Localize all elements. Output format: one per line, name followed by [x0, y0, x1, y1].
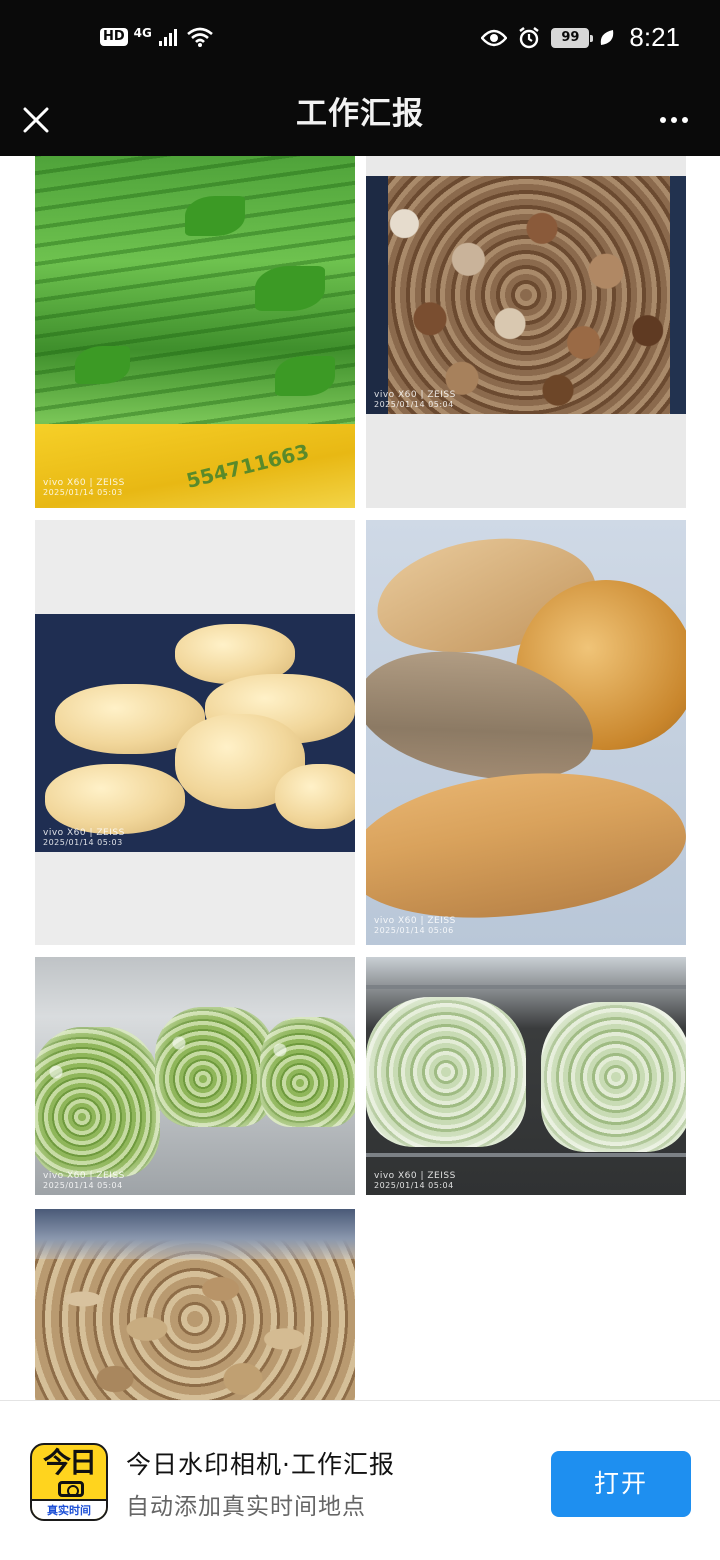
more-dot-icon	[682, 117, 688, 123]
bean-bag	[541, 1002, 686, 1152]
watermark-time: 2025/01/14 05:04	[374, 400, 454, 409]
page-title: 工作汇报	[296, 96, 424, 132]
leaf-shape	[75, 346, 130, 384]
status-left: HD 4G	[100, 26, 214, 48]
photo-watermark: vivo X60 | ZEISS 2025/01/14 05:04	[374, 390, 456, 410]
app-icon[interactable]: 今日 真实时间	[30, 1443, 108, 1521]
photo-pumpkins[interactable]: vivo X60 | ZEISS 2025/01/14 05:06	[366, 520, 686, 945]
hd-badge: HD	[100, 28, 128, 46]
watermark-time: 2025/01/14 05:04	[43, 1181, 123, 1190]
watermark-time: 2025/01/14 05:03	[43, 488, 123, 497]
shelf-bar	[366, 1153, 686, 1157]
close-button[interactable]	[14, 92, 58, 148]
camera-icon	[58, 1481, 84, 1497]
photo-ginger[interactable]	[35, 1209, 355, 1400]
more-options-button[interactable]	[652, 100, 696, 140]
status-bar: HD 4G 99 8:21	[0, 0, 720, 84]
watermark-camera: vivo X60 | ZEISS	[374, 1171, 456, 1181]
bean-bag	[155, 1007, 275, 1127]
watermark-camera: vivo X60 | ZEISS	[43, 828, 125, 838]
leaf-shape	[255, 266, 325, 311]
lotus-pile: vivo X60 | ZEISS 2025/01/14 05:03	[35, 614, 355, 852]
watermark-time: 2025/01/14 05:03	[43, 838, 123, 847]
watermark-camera: vivo X60 | ZEISS	[43, 1171, 125, 1181]
bag-edge	[366, 176, 388, 414]
photo-watermark: vivo X60 | ZEISS 2025/01/14 05:03	[43, 478, 125, 498]
eye-icon	[481, 29, 508, 46]
alarm-icon	[519, 26, 540, 48]
app-description: 自动添加真实时间地点	[126, 1494, 366, 1520]
battery-indicator: 99	[551, 27, 594, 48]
photo-watermark: vivo X60 | ZEISS 2025/01/14 05:04	[374, 1171, 456, 1191]
photo-beans-right[interactable]: vivo X60 | ZEISS 2025/01/14 05:04	[366, 957, 686, 1195]
mushroom-pile	[366, 176, 686, 414]
bag-edge	[670, 176, 686, 414]
photo-watermark: vivo X60 | ZEISS 2025/01/14 05:03	[43, 828, 125, 848]
bag-top	[35, 1209, 355, 1259]
app-promo-banner[interactable]: 今日 真实时间 今日水印相机·工作汇报 自动添加真实时间地点 打开	[0, 1400, 720, 1560]
shelf-bar	[366, 985, 686, 989]
watermark-time: 2025/01/14 05:04	[374, 1181, 454, 1190]
leaf-shape	[275, 356, 335, 396]
signal-icon	[158, 29, 177, 46]
open-app-button[interactable]: 打开	[551, 1451, 691, 1517]
photo-mushrooms[interactable]: vivo X60 | ZEISS 2025/01/14 05:04	[366, 156, 686, 508]
clock: 8:21	[629, 22, 680, 52]
photo-lotus-root[interactable]: vivo X60 | ZEISS 2025/01/14 05:03	[35, 520, 355, 945]
watermark-time: 2025/01/14 05:06	[374, 926, 454, 935]
bag-print: 554711663	[183, 439, 312, 493]
bean-bag	[366, 997, 526, 1147]
network-type: 4G	[133, 26, 152, 40]
leaf-shape	[185, 196, 245, 236]
photo-watermark: vivo X60 | ZEISS 2025/01/14 05:04	[43, 1171, 125, 1191]
photo-beans-left[interactable]: vivo X60 | ZEISS 2025/01/14 05:04	[35, 957, 355, 1195]
lotus-segment	[275, 764, 355, 829]
photo-grid[interactable]: 554711663 vivo X60 | ZEISS 2025/01/14 05…	[0, 156, 720, 1400]
pumpkin-shape	[366, 757, 686, 933]
lotus-segment	[45, 764, 185, 834]
watermark-camera: vivo X60 | ZEISS	[374, 390, 456, 400]
app-icon-strip: 真实时间	[32, 1499, 106, 1519]
photo-watermark: vivo X60 | ZEISS 2025/01/14 05:06	[374, 916, 456, 936]
watermark-camera: vivo X60 | ZEISS	[374, 916, 456, 926]
leaf-icon	[601, 29, 614, 45]
more-dot-icon	[660, 117, 666, 123]
app-icon-text: 今日	[42, 1446, 97, 1479]
bean-bag	[35, 1027, 160, 1177]
photo-celery[interactable]: 554711663 vivo X60 | ZEISS 2025/01/14 05…	[35, 156, 355, 508]
app-name: 今日水印相机·工作汇报	[126, 1450, 395, 1479]
watermark-camera: vivo X60 | ZEISS	[43, 478, 125, 488]
bean-bag	[260, 1017, 355, 1127]
close-icon	[23, 107, 49, 133]
status-right: 99 8:21	[481, 22, 680, 53]
more-dot-icon	[671, 117, 677, 123]
wifi-icon	[187, 27, 213, 47]
header-bar: 工作汇报	[0, 84, 720, 156]
